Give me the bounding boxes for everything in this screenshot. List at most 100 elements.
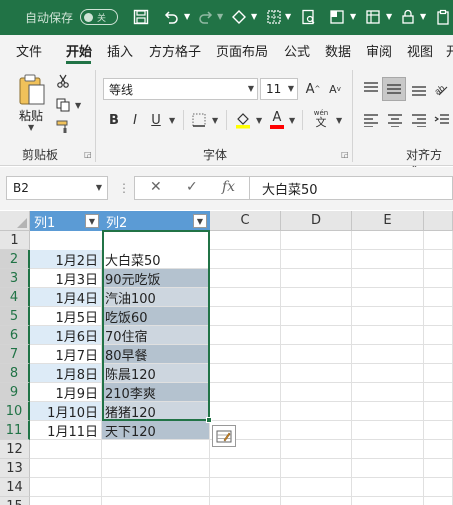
empty-cell[interactable]	[352, 231, 424, 250]
table-cell[interactable]: 猪猪120	[102, 402, 210, 421]
empty-cell[interactable]	[102, 459, 210, 478]
borders-icon[interactable]	[263, 6, 285, 28]
empty-cell[interactable]	[424, 231, 453, 250]
align-center-icon[interactable]	[384, 109, 406, 131]
row-header-6[interactable]: 6	[0, 326, 30, 345]
empty-cell[interactable]	[424, 497, 453, 505]
row-header-12[interactable]: 12	[0, 440, 30, 459]
tab-review[interactable]: 审阅	[366, 41, 392, 60]
italic-button[interactable]: I	[127, 110, 143, 130]
tab-data[interactable]: 数据	[325, 41, 351, 60]
copy-icon[interactable]	[54, 96, 72, 114]
empty-cell[interactable]	[30, 497, 102, 505]
phonetic-button[interactable]: wén 文	[310, 108, 332, 130]
font-color-button[interactable]: A	[268, 110, 286, 130]
column-header-partial[interactable]	[424, 211, 453, 231]
empty-cell[interactable]	[102, 497, 210, 505]
table-cell[interactable]: 1月4日	[30, 288, 102, 307]
empty-cell[interactable]	[281, 326, 352, 345]
empty-cell[interactable]	[424, 440, 453, 459]
borders-button-dropdown-icon[interactable]: ▼	[212, 116, 218, 125]
row-header-2[interactable]: 2	[0, 250, 30, 269]
copy-dropdown-icon[interactable]: ▼	[75, 101, 81, 110]
enter-icon[interactable]: ✓	[186, 179, 198, 195]
undo-icon[interactable]	[160, 6, 182, 28]
empty-cell[interactable]	[281, 383, 352, 402]
shrink-font-button[interactable]: Av	[326, 79, 344, 99]
select-all-corner[interactable]	[0, 211, 30, 231]
table-cell[interactable]: 1月5日	[30, 307, 102, 326]
row-header-1[interactable]: 1	[0, 231, 30, 250]
empty-cell[interactable]	[281, 402, 352, 421]
empty-cell[interactable]	[281, 345, 352, 364]
table-cell[interactable]: 1月9日	[30, 383, 102, 402]
empty-cell[interactable]	[30, 440, 102, 459]
empty-cell[interactable]	[281, 250, 352, 269]
paste-icon[interactable]	[14, 72, 50, 108]
empty-cell[interactable]	[210, 345, 281, 364]
empty-cell[interactable]	[210, 269, 281, 288]
cut-icon[interactable]	[54, 72, 72, 90]
insert-function-icon[interactable]: fx	[222, 179, 235, 195]
empty-cell[interactable]	[102, 440, 210, 459]
tab-home[interactable]: 开始	[66, 41, 92, 60]
save-icon[interactable]	[130, 6, 152, 28]
table-cell[interactable]: 70住宿	[102, 326, 210, 345]
quick-analysis-button[interactable]	[212, 425, 236, 447]
empty-cell[interactable]	[210, 402, 281, 421]
sheet-icon[interactable]	[362, 6, 384, 28]
redo-icon[interactable]	[195, 6, 217, 28]
empty-cell[interactable]	[424, 326, 453, 345]
table-cell[interactable]: 1月10日	[30, 402, 102, 421]
empty-cell[interactable]	[352, 497, 424, 505]
row-header-15[interactable]: 15	[0, 497, 30, 505]
font-size-dropdown-icon[interactable]: ▼	[288, 84, 294, 93]
table-cell[interactable]: 吃饭60	[102, 307, 210, 326]
underline-button[interactable]: U	[148, 110, 164, 130]
empty-cell[interactable]	[210, 383, 281, 402]
empty-cell[interactable]	[281, 497, 352, 505]
table-cell[interactable]: 天下120	[102, 421, 210, 440]
borders-button-icon[interactable]	[190, 111, 208, 129]
redo-dropdown-icon[interactable]: ▼	[217, 12, 223, 21]
undo-dropdown-icon[interactable]: ▼	[184, 12, 190, 21]
empty-cell[interactable]	[352, 345, 424, 364]
empty-cell[interactable]	[281, 478, 352, 497]
lock-dropdown-icon[interactable]: ▼	[420, 12, 426, 21]
tab-page-layout[interactable]: 页面布局	[216, 41, 268, 60]
empty-cell[interactable]	[352, 478, 424, 497]
empty-cell[interactable]	[352, 288, 424, 307]
formula-input[interactable]: 大白菜50	[249, 176, 453, 200]
underline-dropdown-icon[interactable]: ▼	[169, 116, 175, 125]
filter-dropdown-icon[interactable]: ▼	[193, 214, 207, 228]
row-header-7[interactable]: 7	[0, 345, 30, 364]
row-header-13[interactable]: 13	[0, 459, 30, 478]
table-cell[interactable]: 汽油100	[102, 288, 210, 307]
tab-view[interactable]: 视图	[407, 41, 433, 60]
row-header-3[interactable]: 3	[0, 269, 30, 288]
font-name-dropdown-icon[interactable]: ▼	[248, 84, 254, 93]
row-header-14[interactable]: 14	[0, 478, 30, 497]
format-dropdown-icon[interactable]: ▼	[350, 12, 356, 21]
empty-cell[interactable]	[424, 478, 453, 497]
empty-cell[interactable]	[352, 459, 424, 478]
empty-cell[interactable]	[352, 307, 424, 326]
empty-cell[interactable]	[281, 364, 352, 383]
table-cell[interactable]: 1月6日	[30, 326, 102, 345]
empty-cell[interactable]	[424, 269, 453, 288]
fill-handle[interactable]	[206, 417, 212, 423]
row-header-11[interactable]: 11	[0, 421, 30, 440]
empty-cell[interactable]	[424, 250, 453, 269]
align-left-icon[interactable]	[360, 109, 382, 131]
font-launcher-icon[interactable]: ◲	[341, 150, 349, 159]
table-cell[interactable]: 1月7日	[30, 345, 102, 364]
tab-developer[interactable]: 开	[446, 41, 453, 60]
autosave-toggle[interactable]: 关	[80, 9, 118, 25]
align-bottom-icon[interactable]	[408, 78, 430, 100]
tab-insert[interactable]: 插入	[107, 41, 133, 60]
empty-cell[interactable]	[281, 231, 352, 250]
row-header-9[interactable]: 9	[0, 383, 30, 402]
lock-icon[interactable]	[397, 6, 419, 28]
font-color-dropdown-icon[interactable]: ▼	[289, 116, 295, 125]
empty-cell[interactable]	[281, 307, 352, 326]
